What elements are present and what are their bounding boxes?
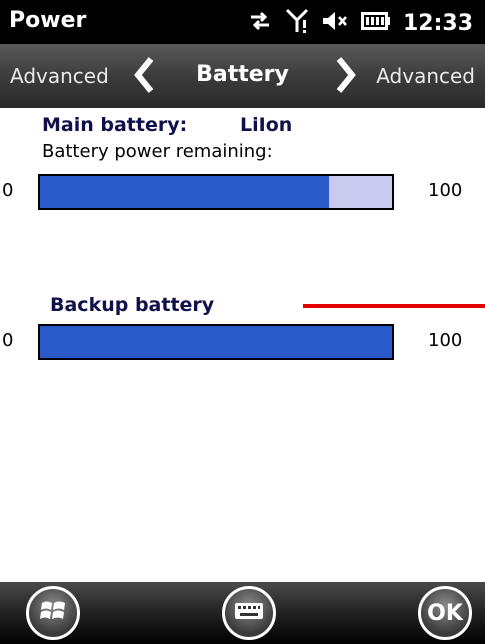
app-title: Power <box>9 8 87 33</box>
main-battery-type: LiIon <box>240 114 293 136</box>
main-battery-bar <box>38 174 394 210</box>
battery-icon <box>360 12 391 34</box>
backup-bar-max: 100 <box>428 330 463 351</box>
main-bar-max: 100 <box>428 180 463 201</box>
annotation-line <box>303 304 485 308</box>
sync-icon <box>247 10 273 36</box>
battery-panel: Main battery: LiIon Battery power remain… <box>0 108 485 582</box>
tab-next[interactable]: Advanced <box>376 64 475 88</box>
speaker-muted-icon <box>321 10 349 36</box>
main-battery-label: Main battery: <box>42 114 188 136</box>
chevron-right-icon[interactable] <box>335 56 357 98</box>
ok-button[interactable]: OK <box>418 586 472 640</box>
keyboard-icon <box>234 601 264 625</box>
signal-icon <box>285 8 309 38</box>
start-button[interactable] <box>26 586 80 640</box>
windows-icon <box>39 597 67 629</box>
status-bar: Power 12:33 <box>0 0 485 44</box>
backup-battery-bar <box>38 324 394 360</box>
backup-battery-label: Backup battery <box>50 294 215 316</box>
bottom-bar: OK <box>0 582 485 644</box>
keyboard-button[interactable] <box>222 586 276 640</box>
tab-header: Advanced Battery Advanced <box>0 44 485 108</box>
main-battery-fill <box>40 176 329 208</box>
clock: 12:33 <box>402 10 473 36</box>
status-icons: 12:33 <box>247 8 473 38</box>
main-bar-min: 0 <box>2 180 14 201</box>
backup-bar-min: 0 <box>2 330 14 351</box>
backup-battery-fill <box>40 326 392 358</box>
battery-remaining-label: Battery power remaining: <box>42 141 273 162</box>
